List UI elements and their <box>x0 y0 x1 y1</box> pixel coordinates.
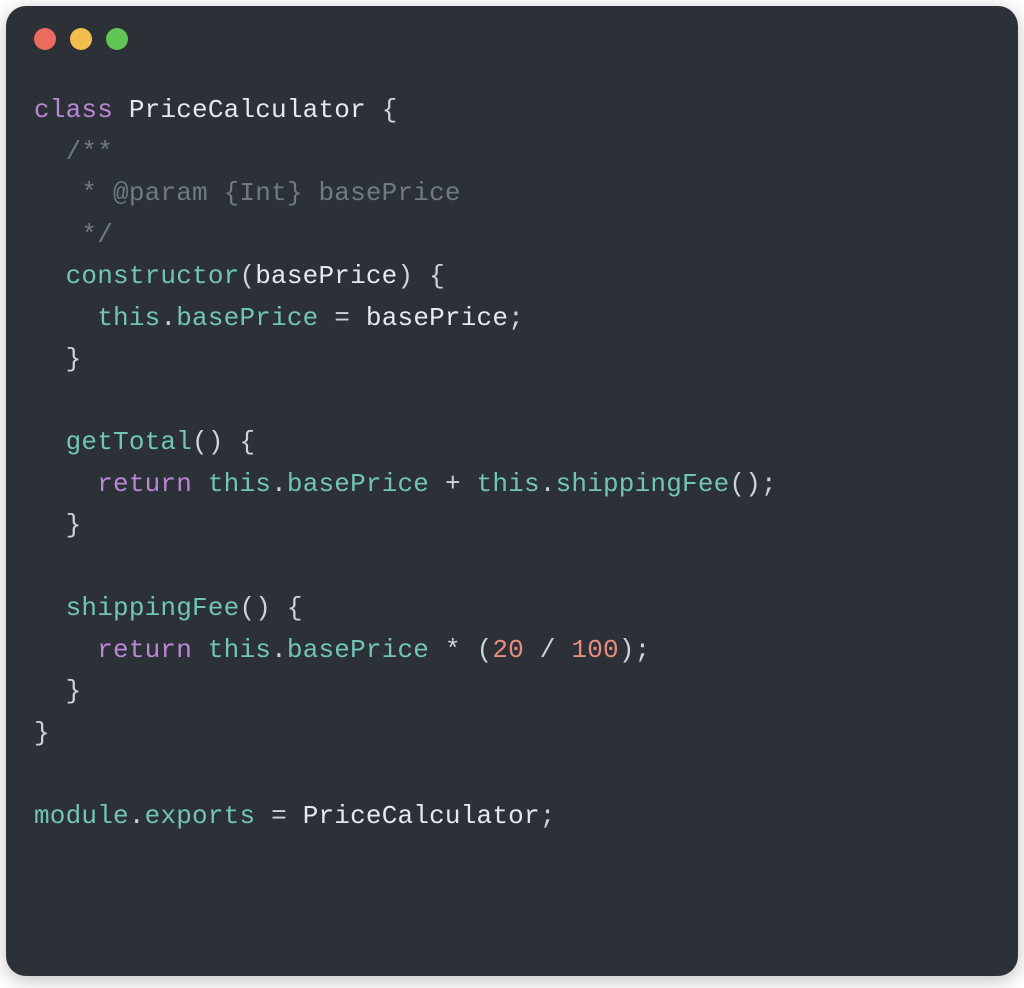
code-line: } <box>34 344 81 374</box>
code-editor[interactable]: class PriceCalculator { /** * @param {In… <box>6 50 1018 837</box>
code-line: } <box>34 718 50 748</box>
window-titlebar <box>6 6 1018 50</box>
code-line: */ <box>34 220 113 250</box>
code-line: return this.basePrice + this.shippingFee… <box>34 469 777 499</box>
code-line: module.exports = PriceCalculator; <box>34 801 556 831</box>
minimize-icon[interactable] <box>70 28 92 50</box>
code-line: shippingFee() { <box>34 593 303 623</box>
code-line: return this.basePrice * (20 / 100); <box>34 635 650 665</box>
code-line: constructor(basePrice) { <box>34 261 445 291</box>
code-line: /** <box>34 137 113 167</box>
code-line: getTotal() { <box>34 427 255 457</box>
zoom-icon[interactable] <box>106 28 128 50</box>
code-line: class PriceCalculator { <box>34 95 398 125</box>
code-line: } <box>34 676 81 706</box>
code-line: } <box>34 510 81 540</box>
close-icon[interactable] <box>34 28 56 50</box>
code-line: * @param {Int} basePrice <box>34 178 461 208</box>
code-line: this.basePrice = basePrice; <box>34 303 524 333</box>
code-window: class PriceCalculator { /** * @param {In… <box>6 6 1018 976</box>
